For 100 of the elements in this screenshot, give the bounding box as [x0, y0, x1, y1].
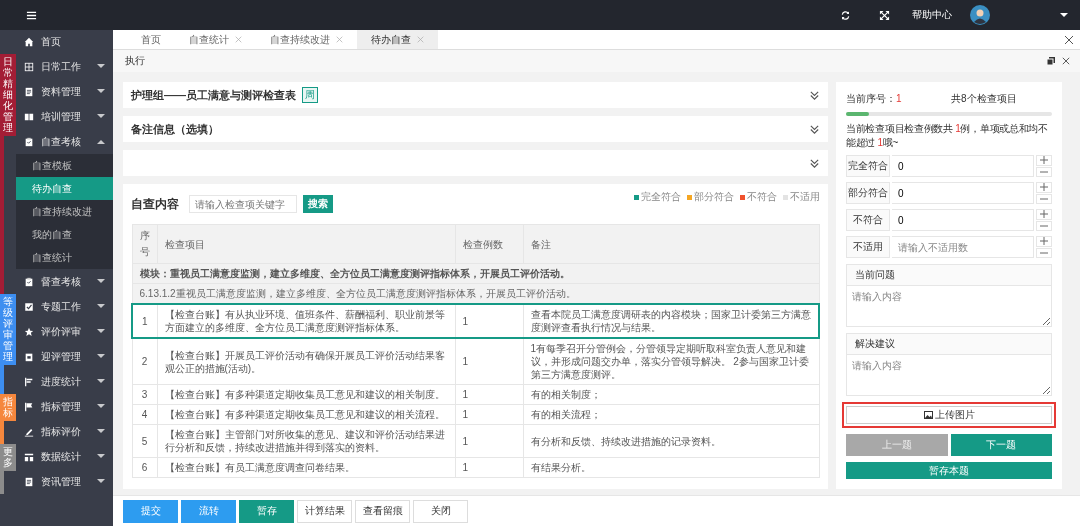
- legend-label: 部分符合: [694, 190, 734, 204]
- text-area[interactable]: 请输入内容: [846, 355, 1052, 396]
- field-label: 解决建议: [846, 333, 1052, 355]
- double-chevron-icon[interactable]: [809, 157, 820, 169]
- double-chevron-icon[interactable]: [809, 89, 820, 101]
- field-label: 当前问题: [846, 264, 1052, 286]
- legend-label: 不适用: [790, 190, 820, 204]
- table-cell: 5: [132, 424, 157, 458]
- table-cell: 1: [455, 338, 523, 385]
- sidebar-item[interactable]: 数据统计: [16, 444, 113, 469]
- column-header: 检查例数: [455, 224, 523, 264]
- fullscreen-icon[interactable]: [879, 9, 890, 21]
- table-cell: 【检查台账】有从执业环境、值班条件、薪酬福利、职业前景等方面建立的多维度、全方位员工满意度测评指标体系。: [157, 304, 455, 338]
- caret-icon[interactable]: [1060, 12, 1068, 18]
- sidebar-item[interactable]: 督查考核: [16, 269, 113, 294]
- tab[interactable]: 自查持续改进: [256, 30, 357, 49]
- table-cell: 1: [455, 424, 523, 458]
- sidebar-item[interactable]: 迎评管理: [16, 344, 113, 369]
- count-field[interactable]: 0: [892, 209, 1034, 231]
- chart-icon: [24, 451, 34, 462]
- search-field[interactable]: 请输入检查项关键字: [189, 195, 297, 213]
- plus-icon: [1040, 237, 1048, 246]
- refresh-icon[interactable]: [840, 9, 851, 21]
- field-label: 不适用: [846, 236, 890, 258]
- star-icon: [24, 326, 34, 337]
- table-cell: 有结果分析。: [523, 457, 819, 478]
- table-cell: 1: [455, 304, 523, 338]
- submenu-item[interactable]: 我的自查: [16, 223, 113, 246]
- pen-icon: [24, 426, 34, 437]
- increment-button[interactable]: [1036, 182, 1052, 193]
- table-cell: 6: [132, 457, 157, 478]
- section-label: 日常精细化管理: [0, 54, 16, 136]
- footer-button[interactable]: 关闭: [413, 499, 468, 523]
- tab[interactable]: 待办自查: [357, 30, 438, 49]
- count-field[interactable]: 请输入不适用数: [892, 236, 1034, 258]
- bars-icon: [24, 376, 34, 387]
- legend-label: 完全符合: [641, 190, 681, 204]
- sidebar-item[interactable]: 资讯管理: [16, 469, 113, 494]
- submenu-item[interactable]: 自查模板: [16, 154, 113, 177]
- sidebar-item[interactable]: 自查考核: [16, 129, 113, 154]
- table-cell: 3: [132, 384, 157, 405]
- module-row: 模块：重视员工满意度监测，建立多维度、全方位员工满意度测评指标体系，开展员工评价活动。: [132, 263, 819, 284]
- text-area[interactable]: 请输入内容: [846, 286, 1052, 327]
- column-header: 序号: [132, 224, 157, 264]
- table-cell: 有分析和反馈、持续改进措施的记录资料。: [523, 424, 819, 458]
- table-cell: 【检查台账】有员工满意度调查问卷结果。: [157, 457, 455, 478]
- menu-icon[interactable]: [26, 9, 37, 21]
- total-items: 共8个检查项目: [951, 92, 1017, 106]
- clipboard-icon: [24, 136, 34, 147]
- tab[interactable]: 首页: [127, 30, 175, 49]
- double-chevron-icon[interactable]: [809, 123, 820, 135]
- submenu-item[interactable]: 待办自查: [16, 177, 113, 200]
- breadcrumb: 执行: [125, 54, 145, 68]
- sidebar-item[interactable]: 资料管理: [16, 79, 113, 104]
- section-label: 更多: [0, 444, 16, 471]
- plus-icon: [1040, 210, 1048, 219]
- next-button[interactable]: 下一题: [950, 434, 1052, 456]
- upload-image-button[interactable]: 上传图片: [846, 406, 1052, 424]
- panel-title: 备注信息（选填）: [131, 121, 219, 137]
- close-icon[interactable]: [1062, 57, 1070, 65]
- tab[interactable]: 自查统计: [175, 30, 256, 49]
- sidebar-item[interactable]: 日常工作: [16, 54, 113, 79]
- document-icon: [24, 86, 34, 97]
- panel-title: 护理组——员工满意与测评检查表: [131, 87, 296, 103]
- current-number: 当前序号：1: [846, 92, 903, 106]
- sidebar-item[interactable]: 专题工作: [16, 294, 113, 319]
- increment-button[interactable]: [1036, 155, 1052, 166]
- sidebar-item[interactable]: 指标管理: [16, 394, 113, 419]
- section-label: 等级评审管理: [0, 294, 16, 365]
- submenu-item[interactable]: 自查持续改进: [16, 200, 113, 223]
- increment-button[interactable]: [1036, 209, 1052, 220]
- footer-button[interactable]: 查看留痕: [355, 499, 410, 523]
- sidebar-item[interactable]: 评价评审: [16, 319, 113, 344]
- footer-button[interactable]: 计算结果: [297, 499, 352, 523]
- legend-label: 不符合: [747, 190, 777, 204]
- help-center-link[interactable]: 帮助中心: [912, 8, 952, 22]
- plus-icon: [1040, 156, 1048, 165]
- table-cell: 2: [132, 338, 157, 385]
- document-icon: [24, 476, 34, 487]
- section-label: 指标: [0, 394, 16, 421]
- sidebar-item[interactable]: 指标评价: [16, 419, 113, 444]
- table-cell: 1有每季召开分管例会，分管领导定期听取科室负责人意见和建议，并形成问题交办单，落实分管领导解决。 2参与国家卫计委第三方满意度测评。: [523, 338, 819, 385]
- restore-icon[interactable]: [1046, 56, 1056, 66]
- table-cell: 有的相关制度；: [523, 384, 819, 405]
- sidebar-item[interactable]: 进度统计: [16, 369, 113, 394]
- sidebar-item[interactable]: 培训管理: [16, 104, 113, 129]
- table-cell: 查看本院员工满意度调研表的内容模块；国家卫计委第三方满意度测评查看执行情况与结果。: [523, 304, 819, 338]
- save-question-button[interactable]: 暂存本题: [846, 462, 1052, 479]
- increment-button[interactable]: [1036, 236, 1052, 247]
- close-icon[interactable]: [1064, 35, 1074, 45]
- submenu-item[interactable]: 自查统计: [16, 246, 113, 269]
- table-cell: 【检查台账】有多种渠道定期收集员工意见和建议的相关流程。: [157, 404, 455, 425]
- count-field[interactable]: 0: [892, 155, 1034, 177]
- count-field[interactable]: 0: [892, 182, 1034, 204]
- sidebar-item[interactable]: 首页: [0, 30, 113, 54]
- avatar[interactable]: [970, 5, 990, 25]
- flag-icon: [24, 401, 34, 412]
- search-button[interactable]: 搜索: [303, 195, 333, 213]
- footer-button[interactable]: 暂存: [239, 499, 294, 523]
- grid-icon: [24, 61, 34, 72]
